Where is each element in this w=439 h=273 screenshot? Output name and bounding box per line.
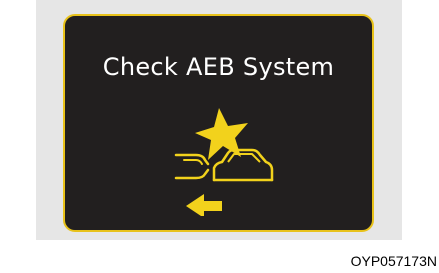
- figure-code: OYP057173N: [350, 253, 437, 269]
- warning-message: Check AEB System: [102, 53, 335, 81]
- manual-figure: Check AEB System OYP057173N: [0, 0, 439, 273]
- left-arrow-icon: [186, 194, 222, 216]
- cluster-display: Check AEB System: [63, 14, 374, 232]
- host-car-icon: [174, 153, 210, 180]
- aeb-collision-warning-icon: [174, 108, 274, 216]
- impact-star-icon: [195, 108, 248, 160]
